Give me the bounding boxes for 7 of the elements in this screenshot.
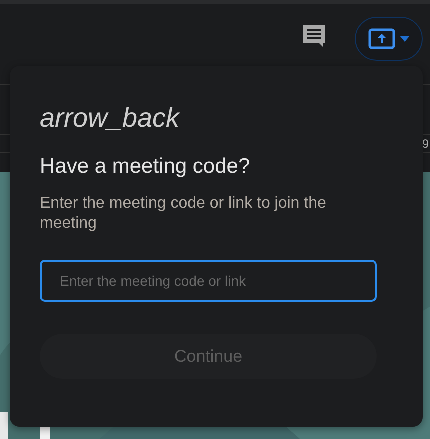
meeting-code-field[interactable]: Enter the meeting code or link — [40, 260, 377, 302]
screen-upload-icon — [368, 28, 396, 50]
ruler-label: 9 — [422, 136, 429, 150]
dialog-description: Enter the meeting code or link to join the meeting — [40, 194, 328, 234]
dialog-title: Have a meeting code? — [40, 154, 252, 180]
back-button[interactable]: arrow_back — [40, 102, 180, 134]
share-screen-button[interactable] — [355, 17, 423, 61]
